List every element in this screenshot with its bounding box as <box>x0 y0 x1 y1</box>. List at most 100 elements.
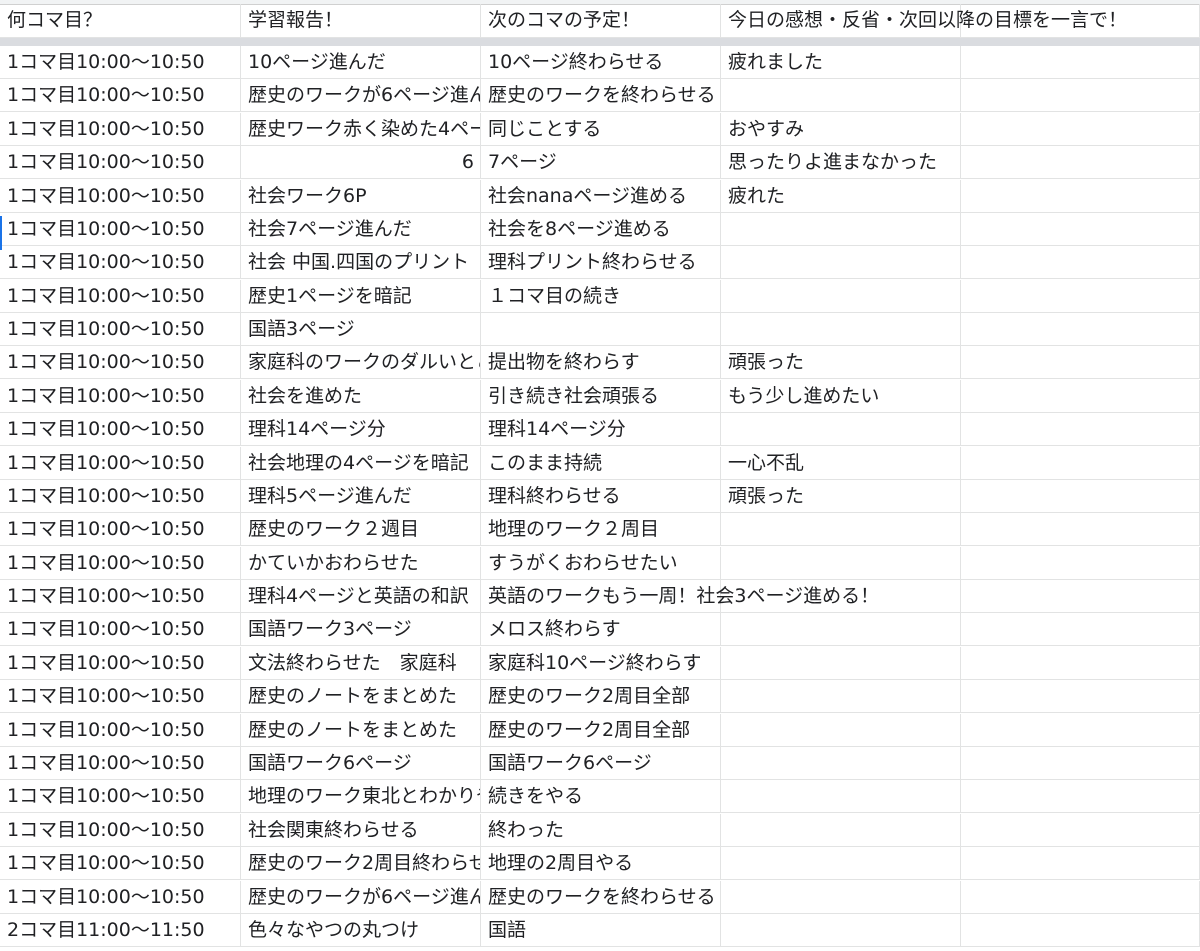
cell-slot[interactable]: 1コマ目10:00〜10:50 <box>0 413 241 447</box>
cell-report[interactable]: 歴史のワーク２週目 <box>241 513 481 547</box>
cell-comment[interactable]: 思ったりよ進まなかった <box>721 146 961 180</box>
cell-slot[interactable]: 1コマ目10:00〜10:50 <box>0 713 241 747</box>
cell-extra[interactable] <box>961 279 1200 313</box>
cell-plan[interactable]: 国語ワーク6ページ <box>481 746 721 780</box>
cell-report[interactable]: 理科4ページと英語の和訳 <box>241 580 481 614</box>
cell-report[interactable]: 社会ワーク6P <box>241 179 481 213</box>
cell-comment[interactable] <box>721 580 961 614</box>
cell-plan[interactable]: 歴史のワークを終わらせる <box>481 880 721 914</box>
cell-report[interactable]: 社会関東終わらせる <box>241 813 481 847</box>
cell-plan[interactable]: 7ページ <box>481 146 721 180</box>
cell-report[interactable]: 理科14ページ分 <box>241 413 481 447</box>
cell-slot[interactable]: 2コマ目11:00〜11:50 <box>0 913 241 947</box>
cell-slot[interactable]: 1コマ目10:00〜10:50 <box>0 479 241 513</box>
cell-report[interactable]: 社会を進めた <box>241 379 481 413</box>
cell-slot[interactable]: 1コマ目10:00〜10:50 <box>0 46 241 79</box>
cell-comment[interactable] <box>721 880 961 914</box>
cell-extra[interactable] <box>961 613 1200 647</box>
cell-comment[interactable] <box>721 746 961 780</box>
cell-slot[interactable]: 1コマ目10:00〜10:50 <box>0 680 241 714</box>
cell-extra[interactable] <box>961 79 1200 113</box>
cell-slot[interactable]: 1コマ目10:00〜10:50 <box>0 146 241 180</box>
cell-comment[interactable]: 疲れました <box>721 46 961 79</box>
cell-comment[interactable]: 頑張った <box>721 346 961 380</box>
cell-slot[interactable]: 1コマ目10:00〜10:50 <box>0 79 241 113</box>
cell-extra[interactable] <box>961 313 1200 347</box>
cell-extra[interactable] <box>961 479 1200 513</box>
cell-slot[interactable]: 1コマ目10:00〜10:50 <box>0 246 241 280</box>
cell-slot[interactable]: 1コマ目10:00〜10:50 <box>0 746 241 780</box>
cell-report[interactable]: 歴史ワーク赤く染めた4ページ <box>241 112 481 146</box>
cell-comment[interactable] <box>721 513 961 547</box>
cell-slot[interactable]: 1コマ目10:00〜10:50 <box>0 212 241 246</box>
cell-comment[interactable] <box>721 780 961 814</box>
cell-extra[interactable] <box>961 513 1200 547</box>
cell-plan[interactable]: 歴史のワーク2周目全部 <box>481 680 721 714</box>
cell-plan[interactable]: 引き続き社会頑張る <box>481 379 721 413</box>
cell-extra[interactable] <box>961 546 1200 580</box>
frozen-row-divider[interactable] <box>0 38 1200 46</box>
cell-extra[interactable] <box>961 713 1200 747</box>
cell-comment[interactable] <box>721 546 961 580</box>
cell-extra[interactable] <box>961 112 1200 146</box>
cell-plan[interactable]: 理科プリント終わらせる <box>481 246 721 280</box>
cell-slot[interactable]: 1コマ目10:00〜10:50 <box>0 379 241 413</box>
cell-report[interactable]: 歴史のノートをまとめた <box>241 680 481 714</box>
cell-comment[interactable] <box>721 246 961 280</box>
cell-slot[interactable]: 1コマ目10:00〜10:50 <box>0 580 241 614</box>
cell-report[interactable]: 理科5ページ進んだ <box>241 479 481 513</box>
cell-comment[interactable]: おやすみ <box>721 112 961 146</box>
cell-report[interactable]: 国語3ページ <box>241 313 481 347</box>
header-cell-slot[interactable]: 何コマ目？ <box>0 4 241 38</box>
cell-slot[interactable]: 1コマ目10:00〜10:50 <box>0 646 241 680</box>
cell-slot[interactable]: 1コマ目10:00〜10:50 <box>0 546 241 580</box>
cell-comment[interactable] <box>721 913 961 947</box>
cell-plan[interactable]: 10ページ終わらせる <box>481 46 721 79</box>
cell-extra[interactable] <box>961 746 1200 780</box>
cell-comment[interactable]: 頑張った <box>721 479 961 513</box>
cell-plan[interactable]: 家庭科10ページ終わらす <box>481 646 721 680</box>
cell-extra[interactable] <box>961 780 1200 814</box>
cell-plan[interactable]: すうがくおわらせたい <box>481 546 721 580</box>
cell-plan[interactable]: 英語のワークもう一周！社会3ページ進める！ <box>481 580 879 614</box>
cell-comment[interactable] <box>721 79 961 113</box>
cell-comment[interactable] <box>721 847 961 881</box>
cell-plan[interactable]: メロス終わらす <box>481 613 721 647</box>
cell-extra[interactable] <box>961 346 1200 380</box>
cell-extra[interactable] <box>961 413 1200 447</box>
header-cell-report[interactable]: 学習報告！ <box>241 4 481 38</box>
cell-slot[interactable]: 1コマ目10:00〜10:50 <box>0 613 241 647</box>
cell-extra[interactable] <box>961 847 1200 881</box>
cell-plan[interactable]: 社会を8ページ進める <box>481 212 721 246</box>
cell-extra[interactable] <box>961 146 1200 180</box>
cell-plan[interactable] <box>481 313 721 347</box>
cell-report[interactable]: 歴史のワークが6ページ進んだ <box>241 79 481 113</box>
cell-slot[interactable]: 1コマ目10:00〜10:50 <box>0 279 241 313</box>
cell-plan[interactable]: 提出物を終わらす <box>481 346 721 380</box>
cell-plan[interactable]: 地理のワーク２周目 <box>481 513 721 547</box>
cell-extra[interactable] <box>961 212 1200 246</box>
cell-extra[interactable] <box>961 446 1200 480</box>
cell-slot[interactable]: 1コマ目10:00〜10:50 <box>0 880 241 914</box>
cell-extra[interactable] <box>961 580 1200 614</box>
cell-slot[interactable]: 1コマ目10:00〜10:50 <box>0 313 241 347</box>
cell-report[interactable]: 歴史のワーク2周目終わらせた <box>241 847 481 881</box>
cell-plan[interactable]: 国語 <box>481 913 721 947</box>
cell-extra[interactable] <box>961 379 1200 413</box>
cell-plan[interactable]: 理科終わらせる <box>481 479 721 513</box>
cell-report[interactable]: 社会 中国.四国のプリント <box>241 246 481 280</box>
cell-plan[interactable]: １コマ目の続き <box>481 279 721 313</box>
cell-report[interactable]: 国語ワーク3ページ <box>241 613 481 647</box>
cell-extra[interactable] <box>961 46 1200 79</box>
cell-plan[interactable]: 地理の2周目やる <box>481 847 721 881</box>
cell-report[interactable]: 歴史のワークが6ページ進んだ <box>241 880 481 914</box>
cell-plan[interactable]: 同じことする <box>481 112 721 146</box>
header-cell-plan[interactable]: 次のコマの予定！ <box>481 4 721 38</box>
cell-comment[interactable] <box>721 212 961 246</box>
cell-extra[interactable] <box>961 179 1200 213</box>
cell-report[interactable]: 地理のワーク東北とわかりやすく <box>241 780 481 814</box>
cell-slot[interactable]: 1コマ目10:00〜10:50 <box>0 346 241 380</box>
cell-report[interactable]: 6 <box>241 146 481 180</box>
cell-report[interactable]: 10ページ進んだ <box>241 46 481 79</box>
header-cell-comment[interactable]: 今日の感想・反省・次回以降の目標を一言で！ <box>721 4 1127 38</box>
